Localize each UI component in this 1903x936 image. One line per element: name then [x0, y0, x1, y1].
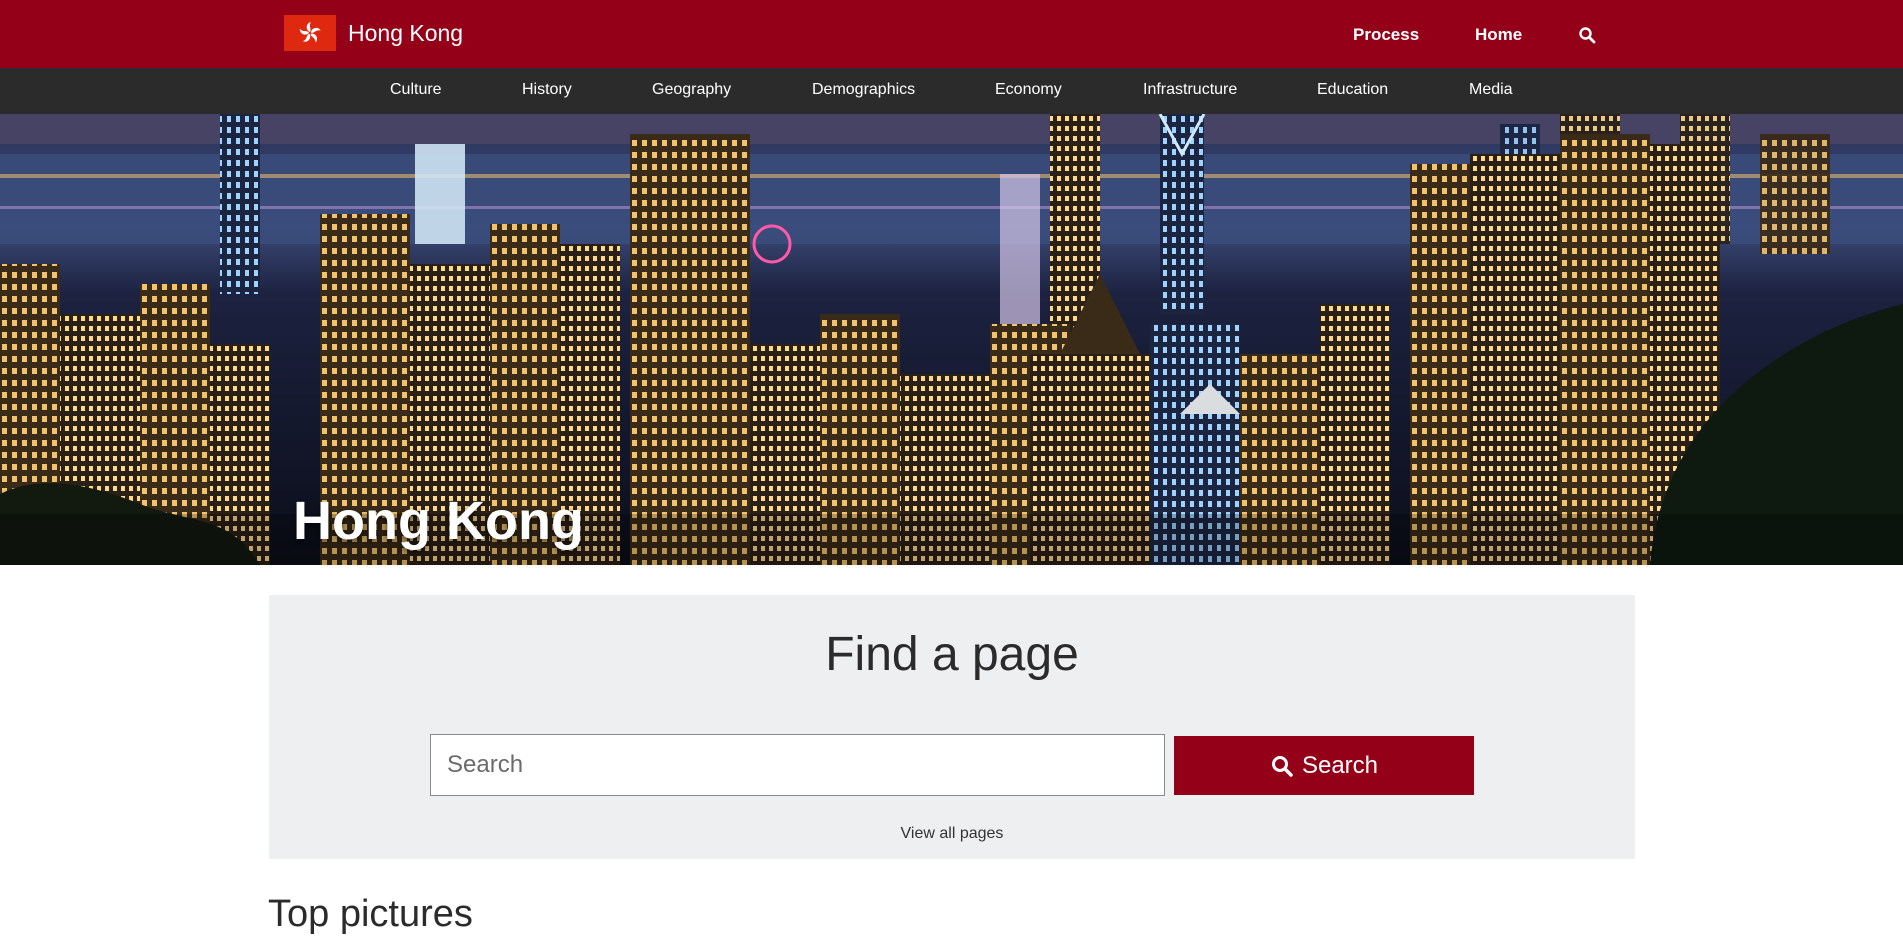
search-input[interactable] [430, 734, 1165, 796]
nav-item-infrastructure[interactable]: Infrastructure [1143, 81, 1237, 99]
site-title: Hong Kong [348, 19, 464, 46]
nav-item-geography[interactable]: Geography [652, 81, 731, 99]
bauhinia-flag-icon [284, 15, 336, 51]
hero-title: Hong Kong [293, 491, 584, 551]
hero-banner: Hong Kong [0, 114, 1903, 565]
home-link[interactable]: Home [1475, 25, 1522, 45]
nav-item-education[interactable]: Education [1317, 81, 1388, 99]
nav-item-culture[interactable]: Culture [390, 81, 442, 99]
nav-item-media[interactable]: Media [1469, 81, 1513, 99]
nav-item-economy[interactable]: Economy [995, 81, 1062, 99]
search-icon [1271, 755, 1293, 777]
process-link[interactable]: Process [1353, 25, 1419, 45]
find-page-title: Find a page [825, 628, 1079, 681]
nav-item-history[interactable]: History [522, 81, 572, 99]
find-page-panel: Find a page Search View all pages [269, 595, 1635, 859]
skyline-image [0, 114, 1903, 565]
site-logo-link[interactable]: Hong Kong [284, 15, 463, 51]
main-nav: Culture History Geography Demographics E… [0, 68, 1903, 114]
view-all-pages-link[interactable]: View all pages [269, 825, 1635, 843]
search-button[interactable]: Search [1174, 736, 1474, 795]
top-pictures-heading: Top pictures [268, 893, 473, 935]
search-button-label: Search [1301, 751, 1379, 779]
nav-item-demographics[interactable]: Demographics [812, 81, 915, 99]
search-icon[interactable] [1578, 26, 1598, 46]
site-header: Hong Kong Process Home [0, 0, 1903, 68]
